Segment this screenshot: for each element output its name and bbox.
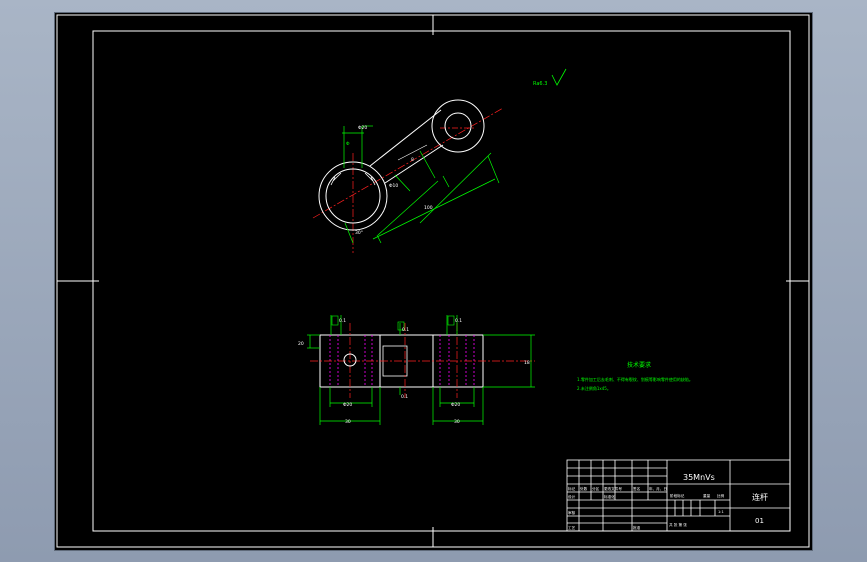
svg-text:签名: 签名 — [633, 486, 641, 491]
rod-edge-upper — [369, 109, 442, 167]
svg-text:更改文件号: 更改文件号 — [604, 486, 622, 491]
small-end-outer — [431, 99, 485, 153]
svg-text:分区: 分区 — [592, 486, 600, 491]
height-right: 18 — [524, 360, 530, 366]
dim-angle: 30° — [355, 230, 363, 236]
rod-axis-centerline — [312, 107, 504, 219]
svg-text:年、月、日: 年、月、日 — [649, 486, 667, 491]
weight-label: 重量 — [703, 493, 711, 498]
standardize-label: 标准化 — [604, 494, 615, 499]
scale-label: 比例 — [717, 493, 725, 498]
roughness-label: Ra6.3 — [533, 81, 547, 87]
sheets-label: 共 张 第 张 — [669, 522, 687, 527]
tech-line-1: 1.零件加工后去毛刺、不得有裂纹、划痕等影响零件使用的缺陷。 — [577, 376, 693, 382]
dim-length: 100 — [424, 205, 433, 211]
svg-text:Φ: Φ — [346, 141, 350, 147]
dim-boss: Φ20 — [358, 125, 367, 131]
bore-right: Φ20 — [451, 402, 460, 408]
outer-trim-frame — [56, 14, 810, 548]
small-end-inner — [444, 112, 472, 140]
bottom-view-section: 0.1 0.1 0.1 20 18 Φ20 Φ20 30 30 0.1 — [298, 315, 535, 425]
height-left: 20 — [298, 341, 304, 347]
scale-value: 1:1 — [718, 510, 724, 514]
title-block-text: 35MnVs 连杆 01 标记 处数 分区 更改文件号 签名 年、月、日 设计 … — [568, 473, 768, 530]
cad-canvas[interactable]: Ra6.3 Φ20 Φ 8 100 Φ10 30° 0.1 0.1 0.1 20… — [55, 13, 812, 550]
dim-hole: Φ10 — [389, 183, 398, 189]
width-right: 30 — [454, 419, 460, 425]
tech-line-2: 2.未注倒角1x45。 — [577, 385, 611, 391]
drawing-sheet: Ra6.3 Φ20 Φ 8 100 Φ10 30° 0.1 0.1 0.1 20… — [54, 12, 813, 551]
tol-right: 0.1 — [455, 318, 462, 324]
material: 35MnVs — [683, 473, 715, 482]
stage-label: 阶段标记 — [670, 493, 685, 498]
part-name: 连杆 — [752, 492, 768, 502]
tol-left: 0.1 — [339, 318, 346, 324]
surface-roughness-symbol: Ra6.3 — [533, 68, 567, 87]
svg-text:处数: 处数 — [580, 486, 588, 491]
review-label: 审核 — [568, 510, 576, 515]
tol-mid: 0.1 — [402, 327, 409, 333]
svg-text:标记: 标记 — [568, 486, 576, 491]
tech-title: 技术要求 — [627, 361, 651, 369]
design-label: 设计 — [568, 494, 576, 499]
centering-marks — [57, 15, 809, 547]
width-left: 30 — [345, 419, 351, 425]
tech-requirements: 技术要求 1.零件加工后去毛刺、不得有裂纹、划痕等影响零件使用的缺陷。 2.未注… — [577, 361, 693, 391]
approve-label: 批准 — [633, 525, 641, 530]
flatness: 0.1 — [401, 394, 408, 400]
drawing-number: 01 — [755, 517, 764, 525]
top-view-connecting-rod: Φ20 Φ 8 100 Φ10 30° — [312, 99, 504, 253]
dim-rib: 8 — [411, 157, 414, 163]
process-label: 工艺 — [568, 525, 576, 530]
bore-left: Φ20 — [343, 402, 352, 408]
